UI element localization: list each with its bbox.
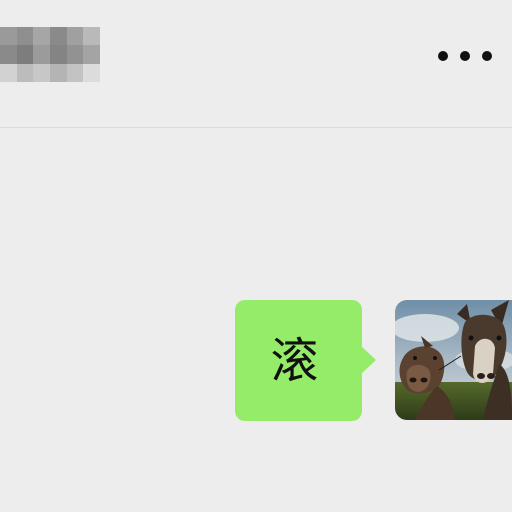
chat-screen: 滚: [0, 0, 512, 512]
more-dot: [482, 51, 492, 61]
message-bubble[interactable]: 滚: [235, 300, 376, 421]
donkey-photo: [395, 300, 512, 420]
chat-header: [0, 0, 512, 128]
more-options-button[interactable]: [438, 44, 492, 68]
message-list: 滚: [0, 128, 512, 512]
avatar[interactable]: [395, 300, 512, 420]
more-dot: [460, 51, 470, 61]
contact-name-pixelated: [0, 27, 100, 82]
message-text: 滚: [270, 332, 319, 389]
more-dot: [438, 51, 448, 61]
